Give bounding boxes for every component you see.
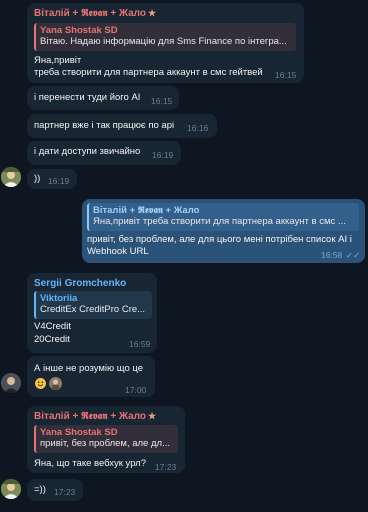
message-text: і дати доступи звичайно [34,146,141,157]
message-bubble[interactable]: і дати доступи звичайно 16:19 [27,141,181,165]
star-icon: ★ [148,8,157,18]
reply-text: CreditEx CreditPro Cre... [40,304,146,315]
reply-author: Viktoriia [40,293,78,304]
message-text: А інше не розумію що це [34,363,144,374]
reply-text: Яна,привіт треба створити для партнера а… [93,216,346,227]
reply-quote[interactable]: Yana Shostak SD Вітаю. Надаю інформацію … [34,23,296,51]
reply-quote[interactable]: Yana Shostak SD привіт, без проблем, але… [34,425,178,453]
message-time: 16:19 [48,176,70,186]
message-bubble[interactable]: і перенести туди його AI 16:15 [27,86,179,110]
message-text: =)) [34,484,46,495]
message-text: Яна,привіт [34,55,82,66]
smile-emoji-icon [35,378,46,389]
message-bubble[interactable]: Віталій + 𝕽𝖊𝖛𝖆𝖓 + Жало ★ Yana Shostak SD … [27,406,185,473]
message-bubble[interactable]: =)) 17:23 [27,479,83,501]
sender-name[interactable]: Віталій + 𝕽𝖊𝖛𝖆𝖓 + Жало ★ [34,411,156,422]
reply-author: Віталій + 𝕽𝖊𝖛𝖆𝖓 + Жало [93,205,200,216]
reply-quote[interactable]: Віталій + 𝕽𝖊𝖛𝖆𝖓 + Жало Яна,привіт треба … [87,203,359,231]
sender-name[interactable]: Sergii Gromchenko [34,278,126,289]
message-bubble[interactable]: Sergii Gromchenko Viktoriia CreditEx Cre… [27,273,157,353]
message-time: 16:58 [321,250,343,260]
message-time: 16:15 [275,70,297,80]
avatar[interactable] [1,167,21,187]
message-text: V4Credit [34,321,71,332]
sticker-icon [49,377,62,390]
message-text: партнер вже і так працює по api [34,120,175,131]
reply-quote[interactable]: Viktoriia CreditEx CreditPro Cre... [34,291,152,319]
message-bubble[interactable]: )) 16:19 [27,169,77,189]
reply-author: Yana Shostak SD [40,25,118,36]
reply-text: Вітаю. Надаю інформацію для Sms Finance … [40,36,287,47]
sender-name[interactable]: Віталій + 𝕽𝖊𝖛𝖆𝖓 + Жало ★ [34,8,156,19]
avatar[interactable] [1,373,21,393]
message-text: Webhook URL [87,246,149,257]
message-text: Яна, що таке вебхук урл? [34,458,146,469]
star-icon: ★ [148,411,157,421]
sender-name-text: Віталій + 𝕽𝖊𝖛𝖆𝖓 + Жало [34,8,147,19]
message-time: 17:00 [125,385,147,395]
sender-name-text: Віталій + 𝕽𝖊𝖛𝖆𝖓 + Жало [34,411,147,422]
message-bubble-outgoing[interactable]: Віталій + 𝕽𝖊𝖛𝖆𝖓 + Жало Яна,привіт треба … [82,199,365,263]
message-bubble[interactable]: Віталій + 𝕽𝖊𝖛𝖆𝖓 + Жало ★ Yana Shostak SD … [27,3,304,83]
message-text: треба створити для партнера аккаунт в см… [34,67,263,78]
message-text: )) [34,173,41,184]
reply-text: привіт, без проблем, але дл... [40,438,170,449]
message-time: 17:23 [155,462,177,472]
message-bubble[interactable]: партнер вже і так працює по api 16:16 [27,114,217,138]
message-text: привіт, без проблем, але для цього мені … [87,234,352,245]
message-time: 16:15 [151,96,173,106]
message-time: 16:19 [152,150,174,160]
message-time: 16:16 [187,123,209,133]
avatar[interactable] [1,479,21,499]
reply-author: Yana Shostak SD [40,427,118,438]
message-text: 20Credit [34,334,70,345]
message-bubble[interactable]: А інше не розумію що це 17:00 [27,356,155,397]
message-time: 17:23 [54,487,76,497]
message-time: 16:59 [129,339,151,349]
message-text: і перенести туди його AI [34,92,141,103]
read-check-icon: ✓✓ [346,250,361,260]
